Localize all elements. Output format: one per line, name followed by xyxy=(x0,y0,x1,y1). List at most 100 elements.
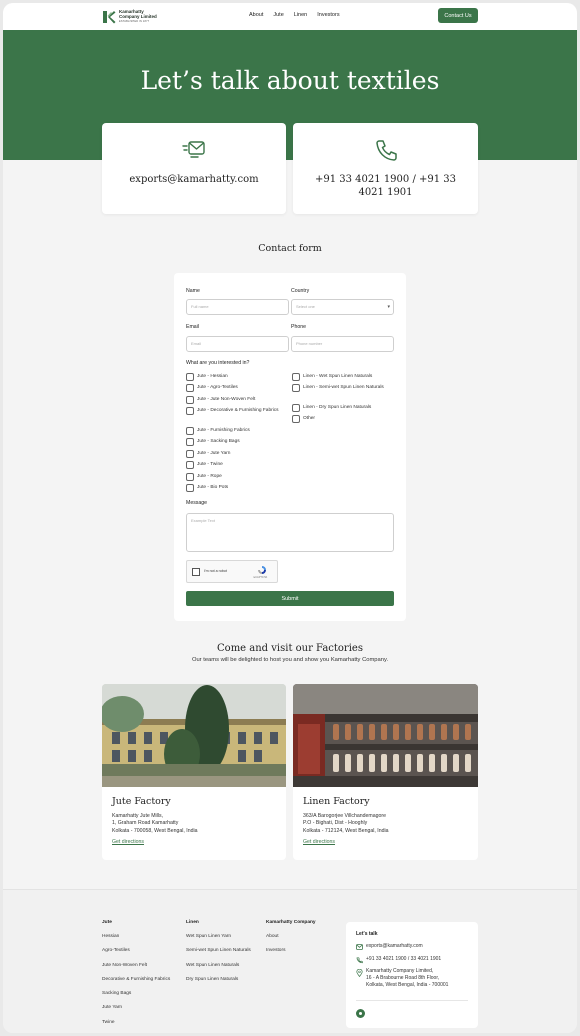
footer-link[interactable]: Semi-wet Spun Linen Naturals xyxy=(186,948,251,953)
checkbox-jute-agro-textiles[interactable]: Jute - Agro-Textiles xyxy=(186,384,238,392)
checkbox-label: Jute - Jute Non-Woven Felt xyxy=(197,397,256,402)
footer-company-heading[interactable]: Kamarhatty Company xyxy=(266,920,316,925)
page: Kamarhatty Company Limited ESTABLISHED I… xyxy=(3,3,577,1033)
kamarhatty-logo-icon xyxy=(103,10,116,23)
checkbox-jute-yarn[interactable]: Jute - Jute Yarn xyxy=(186,450,230,458)
linen-get-directions-link[interactable]: Get directions xyxy=(303,839,335,845)
checkbox-box[interactable] xyxy=(186,450,194,458)
mail-icon xyxy=(356,944,363,950)
recaptcha-checkbox[interactable] xyxy=(192,568,200,576)
contact-email[interactable]: exports@kamarhatty.com xyxy=(112,173,276,186)
footer-linen-column: Linen Wet Spun Linen Yarn Semi-wet Spun … xyxy=(186,920,251,991)
checkbox-box[interactable] xyxy=(186,427,194,435)
checkbox-box[interactable] xyxy=(186,396,194,404)
checkbox-box[interactable] xyxy=(186,484,194,492)
footer-phone-row[interactable]: +91 33 4021 1900 / 33 4021 1901 xyxy=(356,956,441,964)
footer-link[interactable]: Decorative & Furnishing Fabrics xyxy=(102,977,170,982)
email-card[interactable]: exports@kamarhatty.com xyxy=(102,123,286,214)
nav-investors[interactable]: Investors xyxy=(317,12,339,18)
contact-us-button[interactable]: Contact Us xyxy=(438,8,478,23)
checkbox-label: Linen - Wet Spun Linen Naturals xyxy=(303,374,373,379)
checkbox-label: Linen - Dry Spun Linen Naturals xyxy=(303,405,372,410)
checkbox-jute-non-woven-felt[interactable]: Jute - Jute Non-Woven Felt xyxy=(186,396,256,404)
phone-card[interactable]: +91 33 4021 1900 / +91 33 4021 1901 xyxy=(293,123,478,214)
checkbox-jute-rope[interactable]: Jute - Rope xyxy=(186,473,222,481)
checkbox-jute-twine[interactable]: Jute - Twine xyxy=(186,461,223,469)
checkbox-label: Jute - Bio Pots xyxy=(197,485,229,490)
footer-jute-heading[interactable]: Jute xyxy=(102,920,170,925)
checkbox-box[interactable] xyxy=(186,461,194,469)
checkbox-linen-dry-spun[interactable]: Linen - Dry Spun Linen Naturals xyxy=(292,404,397,412)
linen-factory-card: Linen Factory 363/A Barogorjee Villchand… xyxy=(293,684,478,860)
address-line: Kamarhatty Jute Mills, xyxy=(112,813,164,819)
checkbox-label: Jute - Decorative & Furnishing Fabrics xyxy=(197,408,279,413)
checkbox-jute-decorative-fabrics[interactable]: Jute - Decorative & Furnishing Fabrics xyxy=(186,407,286,415)
checkbox-box[interactable] xyxy=(186,407,194,415)
jute-get-directions-link[interactable]: Get directions xyxy=(112,839,144,845)
address-line: 363/A Barogorjee Villchandemagore xyxy=(303,813,386,819)
phone-icon xyxy=(375,140,397,161)
company-name: Kamarhatty Company Limited ESTABLISHED I… xyxy=(119,9,157,24)
factories-subtitle: Our teams will be delighted to host you … xyxy=(191,657,389,663)
submit-button[interactable]: Submit xyxy=(186,591,394,606)
checkbox-box[interactable] xyxy=(292,415,300,423)
footer-link[interactable]: About xyxy=(266,934,316,939)
recaptcha-widget[interactable]: I'm not a robot reCAPTCHA xyxy=(186,560,278,583)
checkbox-box[interactable] xyxy=(292,404,300,412)
email-input[interactable]: Email xyxy=(186,336,289,352)
footer-jute-column: Jute Hessian Agro-Textiles Jute Non-Wove… xyxy=(102,920,170,1033)
checkbox-box[interactable] xyxy=(186,373,194,381)
checkbox-jute-bio-pots[interactable]: Jute - Bio Pots xyxy=(186,484,229,492)
footer-link[interactable]: Jute Yarn xyxy=(102,1005,170,1010)
footer-phone[interactable]: +91 33 4021 1900 / 33 4021 1901 xyxy=(366,956,441,964)
checkbox-box[interactable] xyxy=(186,473,194,481)
company-logo[interactable]: Kamarhatty Company Limited ESTABLISHED I… xyxy=(102,9,157,24)
nav-jute[interactable]: Jute xyxy=(273,12,283,18)
checkbox-box[interactable] xyxy=(292,384,300,392)
footer-link[interactable]: Dry Spun Linen Naturals xyxy=(186,977,251,982)
phone-input[interactable]: Phone number xyxy=(291,336,394,352)
checkbox-jute-furnishing-fabrics[interactable]: Jute - Furnishing Fabrics xyxy=(186,427,250,435)
email-label: Email xyxy=(186,324,199,330)
name-input[interactable]: Full name xyxy=(186,299,289,315)
footer-link[interactable]: Sacking Bags xyxy=(102,991,170,996)
footer-address: Kamarhatty Company Limited, 16 - A Brabo… xyxy=(366,968,448,989)
footer-link[interactable]: Agro-Textiles xyxy=(102,948,170,953)
jute-factory-name: Jute Factory xyxy=(112,796,171,807)
message-textarea[interactable]: Example Text xyxy=(186,513,394,552)
checkbox-linen-semi-wet-spun[interactable]: Linen - Semi-wet Spun Linen Naturals xyxy=(292,384,392,392)
footer-link[interactable]: Jute Non-Woven Felt xyxy=(102,963,170,968)
checkbox-label: Jute - Rope xyxy=(197,474,222,479)
nav-about[interactable]: About xyxy=(249,12,263,18)
social-media-icon[interactable] xyxy=(356,1009,365,1018)
footer-link[interactable]: Wet Spun Linen Naturals xyxy=(186,963,251,968)
checkbox-linen-wet-spun[interactable]: Linen - Wet Spun Linen Naturals xyxy=(292,373,397,381)
checkbox-jute-hessian[interactable]: Jute - Hessian xyxy=(186,373,228,381)
footer-link[interactable]: Twine xyxy=(102,1020,170,1025)
address-line: Kolkata - 700058, West Bengal, India xyxy=(112,827,198,834)
footer-linen-heading[interactable]: Linen xyxy=(186,920,251,925)
checkbox-box[interactable] xyxy=(186,384,194,392)
checkbox-other[interactable]: Other xyxy=(292,415,315,423)
country-label: Country xyxy=(291,288,310,294)
nav-linen[interactable]: Linen xyxy=(294,12,307,18)
checkbox-jute-sacking-bags[interactable]: Jute - Sacking Bags xyxy=(186,438,240,446)
footer-link[interactable]: Hessian xyxy=(102,934,170,939)
country-select[interactable]: Select one xyxy=(291,299,394,315)
linen-factory-address: 363/A Barogorjee Villchandemagore P.O - … xyxy=(303,813,389,835)
contact-phone[interactable]: +91 33 4021 1900 / +91 33 4021 1901 xyxy=(303,173,468,199)
footer-email[interactable]: exports@kamarhatty.com xyxy=(366,943,423,950)
footer-company-column: Kamarhatty Company About Investors xyxy=(266,920,316,963)
jute-factory-address: Kamarhatty Jute Mills, 1, Graham Road Ka… xyxy=(112,813,198,835)
linen-factory-name: Linen Factory xyxy=(303,796,370,807)
footer-link[interactable]: Wet Spun Linen Yarn xyxy=(186,934,251,939)
checkbox-label: Jute - Hessian xyxy=(197,374,228,379)
footer-link[interactable]: Investors xyxy=(266,948,316,953)
lets-talk-heading: Let's talk xyxy=(356,931,378,937)
footer-email-row[interactable]: exports@kamarhatty.com xyxy=(356,943,423,950)
factories-title: Come and visit our Factories xyxy=(217,643,363,654)
address-line: 16 - A Brabourne Road 8th Floor, xyxy=(366,975,440,981)
checkbox-box[interactable] xyxy=(292,373,300,381)
checkbox-box[interactable] xyxy=(186,438,194,446)
address-line: Kolkata - 712124, West Bengal, India xyxy=(303,827,389,834)
